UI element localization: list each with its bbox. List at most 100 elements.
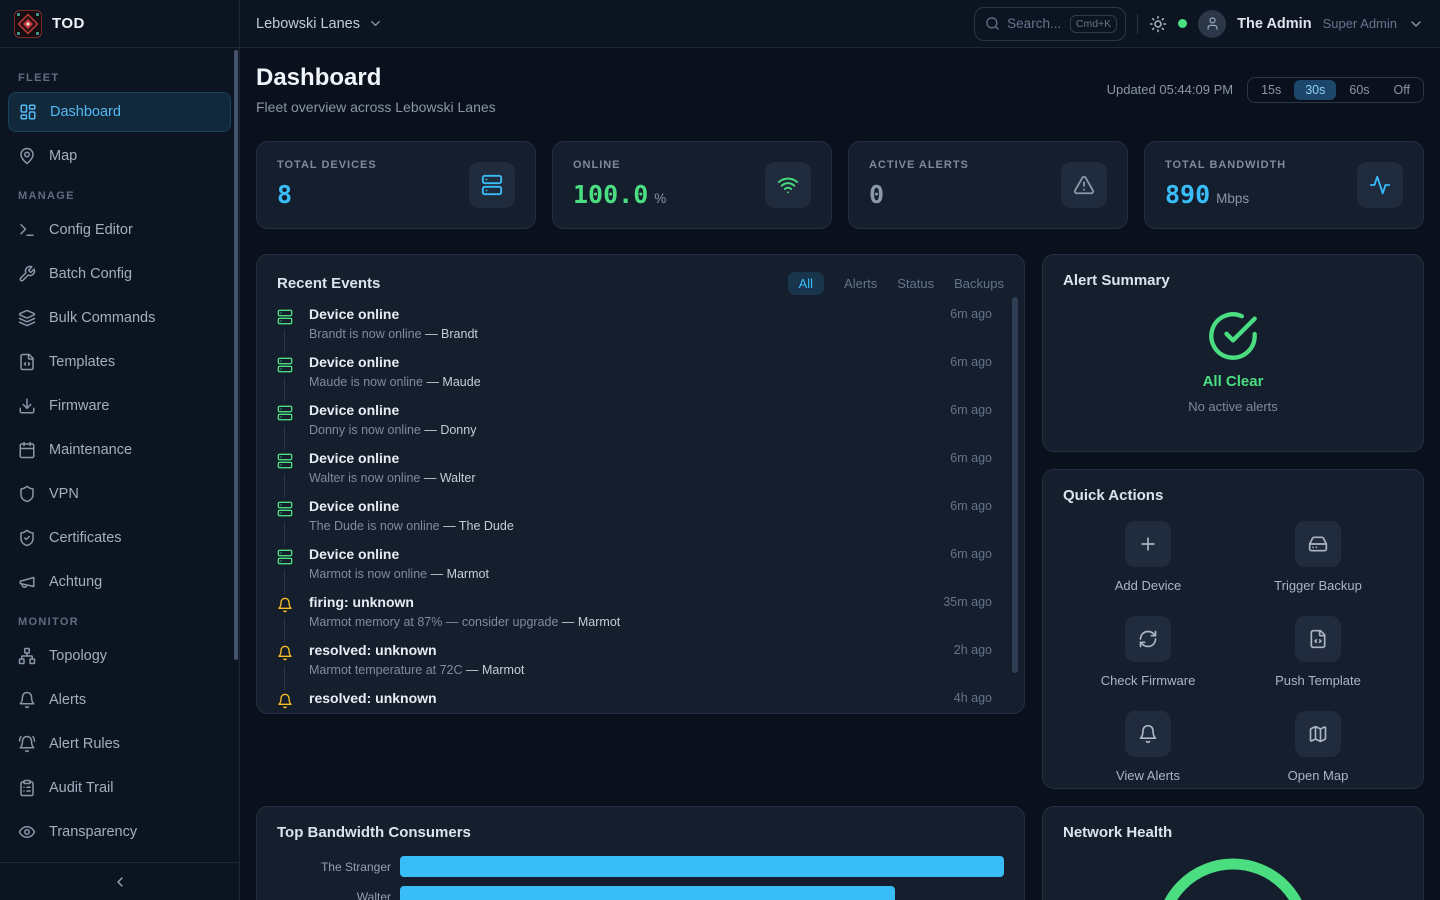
sidebar-collapse[interactable] (0, 862, 239, 900)
sidebar-item-label: Alerts (49, 692, 86, 708)
event-row[interactable]: Device online Marmot is now online — Mar… (277, 544, 1004, 592)
user-icon (1205, 16, 1220, 31)
stat-card-total-devices: TOTAL DEVICES 8 (256, 141, 536, 229)
quick-action-view-alerts[interactable]: View Alerts (1063, 711, 1233, 783)
quick-action-open-map[interactable]: Open Map (1233, 711, 1403, 783)
sidebar-scrollbar[interactable] (234, 50, 238, 660)
events-tabs: All Alerts Status Backups (788, 272, 1004, 295)
stat-unit: Mbps (1216, 191, 1249, 206)
stat-iconbox (1061, 162, 1107, 208)
event-row[interactable]: Device online Maude is now online — Maud… (277, 352, 1004, 400)
events-tab-all[interactable]: All (788, 272, 824, 295)
bar-label: The Stranger (277, 860, 391, 874)
event-time: 4h ago (954, 691, 1004, 705)
network-health-panel: Network Health 100 (1042, 806, 1424, 900)
event-desc: Maude is now online — Maude (309, 375, 938, 389)
sidebar-item-bulk-commands[interactable]: Bulk Commands (8, 298, 231, 338)
bandwidth-bar (400, 856, 1004, 877)
bandwidth-panel: Top Bandwidth Consumers The Stranger Wal… (256, 806, 1025, 900)
sidebar-item-label: Dashboard (50, 104, 121, 120)
stat-label: ONLINE (573, 159, 666, 171)
stat-value: 0 (869, 180, 884, 209)
sidebar-item-label: Achtung (49, 574, 102, 590)
sidebar-item-templates[interactable]: Templates (8, 342, 231, 382)
org-switcher[interactable]: Lebowski Lanes (256, 16, 383, 32)
eye-icon (18, 823, 36, 841)
health-ring (1161, 864, 1305, 900)
event-desc: Brandt is now online — Brandt (309, 327, 938, 341)
file-code-icon (1308, 629, 1328, 649)
recent-events-panel: Recent Events All Alerts Status Backups (256, 254, 1025, 714)
event-desc: Marmot memory at 87% — consider upgrade … (309, 615, 931, 629)
sidebar-item-map[interactable]: Map (8, 136, 231, 176)
sidebar-item-audit-trail[interactable]: Audit Trail (8, 768, 231, 808)
activity-icon (1369, 174, 1391, 196)
avatar[interactable] (1198, 10, 1226, 38)
event-title: firing: unknown (309, 594, 931, 611)
app-root: TOD FLEET Dashboard Map MANAGE Config Ed… (0, 0, 1440, 900)
event-row[interactable]: Device online Brandt is now online — Bra… (277, 304, 1004, 352)
map-icon (1308, 724, 1328, 744)
server-icon (277, 450, 293, 474)
quick-actions-panel: Quick Actions Add Device Trigger Backup (1042, 469, 1424, 789)
event-title: Device online (309, 306, 938, 323)
download-icon (18, 397, 36, 415)
refresh-option-60s[interactable]: 60s (1338, 80, 1380, 100)
events-scrollbar[interactable] (1012, 297, 1018, 673)
sidebar-item-certificates[interactable]: Certificates (8, 518, 231, 558)
stat-card-online: ONLINE 100.0 % (552, 141, 832, 229)
sidebar-item-dashboard[interactable]: Dashboard (8, 92, 231, 132)
sidebar-item-alert-rules[interactable]: Alert Rules (8, 724, 231, 764)
server-icon (277, 306, 293, 330)
search-box[interactable]: Cmd+K (974, 7, 1126, 41)
sidebar-item-firmware[interactable]: Firmware (8, 386, 231, 426)
sidebar-item-alerts[interactable]: Alerts (8, 680, 231, 720)
hard-drive-icon (1308, 534, 1328, 554)
topology-icon (18, 647, 36, 665)
event-row[interactable]: Device online The Dude is now online — T… (277, 496, 1004, 544)
stat-label: TOTAL DEVICES (277, 159, 377, 171)
server-icon (277, 498, 293, 522)
stat-card-total-bandwidth: TOTAL BANDWIDTH 890 Mbps (1144, 141, 1424, 229)
search-shortcut: Cmd+K (1070, 15, 1117, 33)
event-row[interactable]: Device online Walter is now online — Wal… (277, 448, 1004, 496)
quick-action-trigger-backup[interactable]: Trigger Backup (1233, 521, 1403, 593)
page-head: Dashboard Fleet overview across Lebowski… (256, 64, 1424, 115)
user-menu-chevron-icon[interactable] (1408, 16, 1424, 32)
event-row[interactable]: firing: unknown Marmot memory at 87% — c… (277, 592, 1004, 640)
server-icon (277, 546, 293, 570)
event-row[interactable]: resolved: unknown Marmot temperature at … (277, 640, 1004, 688)
events-tab-status[interactable]: Status (897, 276, 934, 291)
bar-row: The Stranger (277, 856, 1004, 877)
refresh-option-30s[interactable]: 30s (1294, 80, 1336, 100)
section-label-fleet: FLEET (18, 72, 221, 84)
search-input[interactable] (1007, 16, 1063, 31)
sidebar-item-vpn[interactable]: VPN (8, 474, 231, 514)
sidebar-item-achtung[interactable]: Achtung (8, 562, 231, 602)
sidebar-item-label: Config Editor (49, 222, 133, 238)
shield-check-icon (18, 529, 36, 547)
event-row[interactable]: Device online Donny is now online — Donn… (277, 400, 1004, 448)
sidebar-item-config-editor[interactable]: Config Editor (8, 210, 231, 250)
sidebar-item-transparency[interactable]: Transparency (8, 812, 231, 852)
refresh-option-off[interactable]: Off (1383, 80, 1421, 100)
events-tab-alerts[interactable]: Alerts (844, 276, 877, 291)
stat-value: 8 (277, 180, 292, 209)
quick-action-add-device[interactable]: Add Device (1063, 521, 1233, 593)
tod-logo-icon (14, 10, 42, 38)
event-desc: The Dude is now online — The Dude (309, 519, 938, 533)
quick-action-check-firmware[interactable]: Check Firmware (1063, 616, 1233, 688)
quick-action-push-template[interactable]: Push Template (1233, 616, 1403, 688)
event-row[interactable]: resolved: unknown 4h ago (277, 688, 1004, 714)
refresh-option-15s[interactable]: 15s (1250, 80, 1292, 100)
events-tab-backups[interactable]: Backups (954, 276, 1004, 291)
sidebar-item-batch-config[interactable]: Batch Config (8, 254, 231, 294)
theme-toggle-button[interactable] (1149, 15, 1167, 33)
sidebar-item-topology[interactable]: Topology (8, 636, 231, 676)
section-label-manage: MANAGE (18, 190, 221, 202)
wrench-icon (18, 265, 36, 283)
left-column: Recent Events All Alerts Status Backups (256, 254, 1025, 900)
alert-summary-detail: No active alerts (1188, 399, 1278, 414)
stat-unit: % (654, 191, 666, 206)
sidebar-item-maintenance[interactable]: Maintenance (8, 430, 231, 470)
